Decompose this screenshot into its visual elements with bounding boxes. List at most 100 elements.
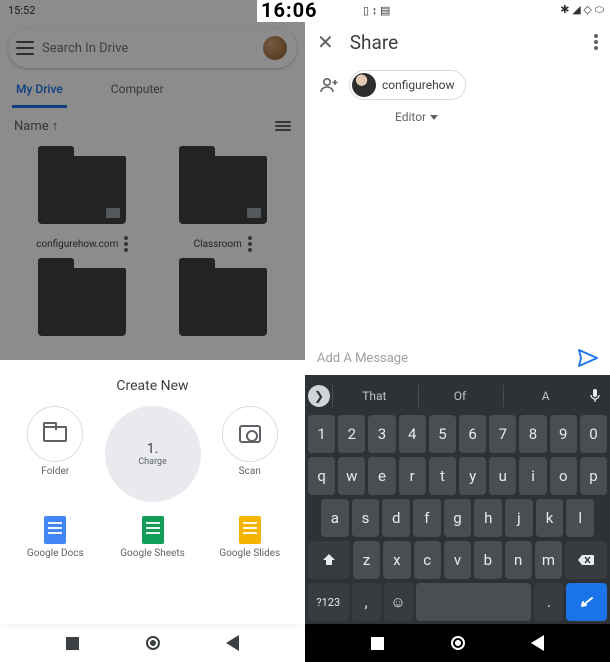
folder-name: configurehow.com xyxy=(36,239,118,250)
key-j[interactable]: j xyxy=(505,499,533,537)
key-q[interactable]: q xyxy=(308,457,335,495)
key-c[interactable]: c xyxy=(414,541,441,579)
key-n[interactable]: n xyxy=(505,541,532,579)
mic-icon[interactable] xyxy=(589,388,607,404)
key-1[interactable]: 1 xyxy=(308,415,335,453)
key-g[interactable]: g xyxy=(444,499,472,537)
folder-item[interactable]: Classroom xyxy=(153,148,294,260)
key-4[interactable]: 4 xyxy=(399,415,426,453)
folder-item[interactable] xyxy=(153,260,294,356)
drive-tabs: My Drive Computer xyxy=(0,76,305,108)
camera-icon xyxy=(239,425,261,443)
nav-recent-icon[interactable] xyxy=(66,637,79,650)
create-folder-button[interactable]: Folder xyxy=(8,402,103,506)
backspace-key[interactable] xyxy=(565,541,607,579)
share-title: Share xyxy=(350,31,578,54)
person-chip[interactable]: configurehow xyxy=(349,70,466,100)
emoji-key[interactable]: ☺ xyxy=(384,583,413,621)
create-scan-button[interactable]: Scan xyxy=(203,402,298,506)
suggestion[interactable]: That xyxy=(332,385,416,407)
message-row: Add A Message xyxy=(305,340,610,375)
shared-icon xyxy=(106,208,120,218)
nav-back-icon[interactable] xyxy=(226,635,239,651)
more-icon[interactable] xyxy=(594,34,598,50)
chip-name: configurehow xyxy=(382,78,455,92)
key-e[interactable]: e xyxy=(368,457,395,495)
comma-key[interactable]: , xyxy=(352,583,381,621)
key-s[interactable]: s xyxy=(352,499,380,537)
key-2[interactable]: 2 xyxy=(338,415,365,453)
space-key[interactable] xyxy=(416,583,532,621)
keyboard: ❯ That Of A 1234567890 qwertyuiop asdfgh… xyxy=(305,375,610,624)
tab-my-drive[interactable]: My Drive xyxy=(12,76,67,108)
create-docs-button[interactable]: Google Docs xyxy=(8,512,103,563)
key-0[interactable]: 0 xyxy=(580,415,607,453)
key-6[interactable]: 6 xyxy=(459,415,486,453)
create-upload-button[interactable]: 1. Charge xyxy=(103,402,203,506)
folder-item[interactable] xyxy=(12,260,153,356)
key-p[interactable]: p xyxy=(580,457,607,495)
key-m[interactable]: m xyxy=(535,541,562,579)
more-icon[interactable] xyxy=(248,236,252,252)
nav-bar-right xyxy=(305,624,610,662)
folder-outline-icon xyxy=(43,426,67,442)
menu-icon[interactable] xyxy=(16,41,34,55)
key-3[interactable]: 3 xyxy=(368,415,395,453)
key-v[interactable]: v xyxy=(444,541,471,579)
key-a[interactable]: a xyxy=(321,499,349,537)
status-bar-right: 16:06 ▯ ↕ ▤ ✱ ◢ ◇ ⬭ xyxy=(305,0,610,20)
account-avatar[interactable] xyxy=(261,34,289,62)
shift-key[interactable] xyxy=(308,541,350,579)
folder-icon xyxy=(179,156,267,224)
share-header: ✕ Share xyxy=(305,20,610,64)
suggestion-expand-icon[interactable]: ❯ xyxy=(308,385,330,407)
chevron-down-icon xyxy=(430,115,438,120)
more-icon[interactable] xyxy=(124,236,128,252)
chip-avatar xyxy=(352,73,376,97)
create-sheets-button[interactable]: Google Sheets xyxy=(103,512,203,563)
sheets-icon xyxy=(142,516,164,544)
key-9[interactable]: 9 xyxy=(550,415,577,453)
tab-computer[interactable]: Computer xyxy=(107,76,168,108)
sort-row[interactable]: Name ↑ xyxy=(0,108,305,144)
role-dropdown[interactable]: Editor xyxy=(305,106,610,132)
nav-home-icon[interactable] xyxy=(451,636,465,650)
key-7[interactable]: 7 xyxy=(489,415,516,453)
status-clock: 16:06 xyxy=(257,0,322,22)
shared-icon xyxy=(247,208,261,218)
numeric-key[interactable]: ?123 xyxy=(308,583,349,621)
key-r[interactable]: r xyxy=(399,457,426,495)
enter-key[interactable] xyxy=(566,583,607,621)
message-input[interactable]: Add A Message xyxy=(317,351,570,366)
key-o[interactable]: o xyxy=(550,457,577,495)
key-z[interactable]: z xyxy=(353,541,380,579)
nav-back-icon[interactable] xyxy=(531,635,544,651)
suggestion[interactable]: A xyxy=(503,385,587,407)
key-i[interactable]: i xyxy=(519,457,546,495)
period-key[interactable]: . xyxy=(534,583,563,621)
nav-home-icon[interactable] xyxy=(146,636,160,650)
close-icon[interactable]: ✕ xyxy=(317,30,334,54)
key-b[interactable]: b xyxy=(474,541,501,579)
key-d[interactable]: d xyxy=(382,499,410,537)
key-8[interactable]: 8 xyxy=(519,415,546,453)
key-l[interactable]: l xyxy=(566,499,594,537)
key-h[interactable]: h xyxy=(474,499,502,537)
send-icon[interactable] xyxy=(578,349,598,367)
person-add-icon[interactable] xyxy=(319,77,339,93)
folder-item[interactable]: configurehow.com xyxy=(12,148,153,260)
key-u[interactable]: u xyxy=(489,457,516,495)
suggestion[interactable]: Of xyxy=(418,385,502,407)
docs-icon xyxy=(44,516,66,544)
create-slides-button[interactable]: Google Slides xyxy=(203,512,298,563)
key-t[interactable]: t xyxy=(429,457,456,495)
key-k[interactable]: k xyxy=(536,499,564,537)
nav-recent-icon[interactable] xyxy=(371,637,384,650)
key-y[interactable]: y xyxy=(459,457,486,495)
key-x[interactable]: x xyxy=(383,541,410,579)
key-w[interactable]: w xyxy=(338,457,365,495)
key-5[interactable]: 5 xyxy=(429,415,456,453)
layout-toggle-icon[interactable] xyxy=(275,121,291,131)
search-bar[interactable]: Search In Drive xyxy=(8,28,297,68)
key-f[interactable]: f xyxy=(413,499,441,537)
